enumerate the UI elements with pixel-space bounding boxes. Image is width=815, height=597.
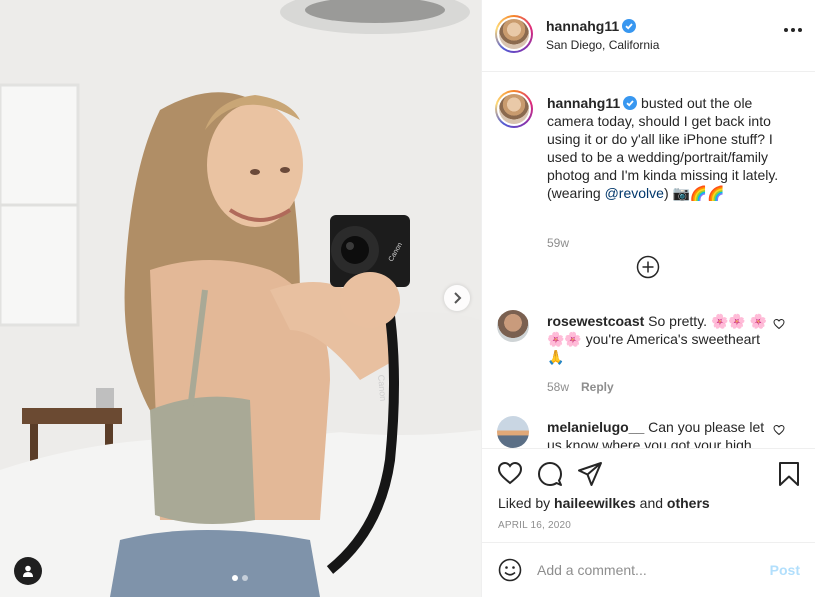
caption-text: hannahg11 busted out the ole camera toda… [547, 94, 797, 202]
comment-meta: 58w Reply [547, 380, 614, 394]
caption-timestamp[interactable]: 59w [547, 236, 569, 250]
more-dot [798, 28, 802, 32]
carousel-indicator [232, 575, 248, 581]
carousel-dot [242, 575, 248, 581]
add-comment-input[interactable] [537, 556, 757, 584]
post-comment-button[interactable]: Post [770, 562, 800, 578]
like-heart-icon[interactable] [497, 461, 523, 485]
save-bookmark-icon[interactable] [778, 461, 800, 487]
likes-prefix: Liked by [498, 495, 551, 511]
comment-bubble-icon[interactable] [537, 461, 563, 487]
comments-section[interactable]: hannahg11 busted out the ole camera toda… [482, 72, 815, 448]
post-actions: Liked by haileewilkes and others APRIL 1… [482, 448, 815, 542]
like-comment-heart-icon[interactable] [773, 318, 785, 330]
commenter-avatar[interactable] [497, 416, 529, 448]
reply-button[interactable]: Reply [581, 380, 614, 394]
author-username-text[interactable]: hannahg11 [546, 18, 619, 34]
commenter-username[interactable]: rosewestcoast [547, 313, 644, 329]
comment-item: rosewestcoast So pretty. 🌸🌸 🌸🌸🌸 you're A… [495, 310, 805, 400]
likes-user[interactable]: haileewilkes [554, 495, 636, 511]
share-send-icon[interactable] [577, 461, 603, 487]
load-more-comments-icon[interactable] [636, 255, 660, 279]
comment-composer: Post [482, 542, 815, 597]
caption-avatar[interactable] [495, 90, 533, 128]
verified-badge-icon [622, 19, 637, 33]
photo-scene: Canon Canon [0, 0, 481, 597]
commenter-avatar[interactable] [497, 310, 529, 342]
author-avatar[interactable] [495, 15, 533, 53]
emoji-icon[interactable] [498, 558, 522, 582]
comment-item: melanielugo__ Can you please let us know… [495, 416, 805, 448]
verified-badge-icon [623, 96, 638, 110]
likes-summary: Liked by haileewilkes and others [498, 495, 710, 511]
post-details-panel: hannahg11 San Diego, California hannahg1… [481, 0, 815, 597]
post-header: hannahg11 San Diego, California [482, 0, 815, 72]
comment-text: rosewestcoast So pretty. 🌸🌸 🌸🌸🌸 you're A… [547, 312, 777, 366]
post-photo[interactable]: Canon Canon [0, 0, 481, 597]
more-options-button[interactable] [784, 28, 802, 32]
caption-username[interactable]: hannahg11 [547, 95, 620, 111]
more-dot [784, 28, 788, 32]
likes-conjunction: and [639, 495, 664, 511]
more-dot [791, 28, 795, 32]
likes-others-button[interactable]: others [667, 495, 710, 511]
caption-mention[interactable]: @revolve [605, 185, 664, 201]
like-comment-heart-icon[interactable] [773, 424, 785, 436]
tagged-users-button[interactable] [14, 557, 42, 585]
author-username[interactable]: hannahg11 [546, 18, 637, 34]
commenter-username[interactable]: melanielugo__ [547, 419, 644, 435]
next-photo-button[interactable] [444, 285, 470, 311]
user-icon [23, 565, 33, 577]
chevron-right-icon [454, 292, 462, 304]
post-date[interactable]: APRIL 16, 2020 [498, 520, 571, 531]
carousel-dot-active [232, 575, 238, 581]
post-location[interactable]: San Diego, California [546, 38, 659, 52]
caption-trailing: ) 📷🌈🌈 [663, 185, 725, 201]
comment-timestamp[interactable]: 58w [547, 380, 569, 394]
comment-text: melanielugo__ Can you please let us know… [547, 418, 777, 448]
